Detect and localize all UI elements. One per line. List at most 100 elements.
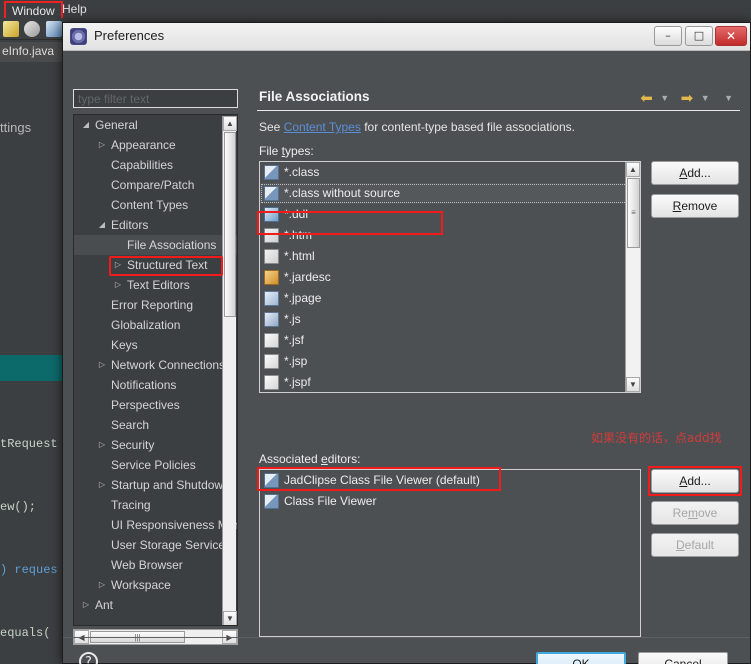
file-type-row[interactable]: *.jspf xyxy=(260,372,640,392)
tree-item-ant[interactable]: ▷ Ant xyxy=(74,595,237,615)
back-arrow-icon[interactable]: ⬅ xyxy=(640,89,653,107)
project-tree-label: ttings xyxy=(0,120,32,135)
tree-item-security[interactable]: ▷ Security xyxy=(74,435,237,455)
tree-item-label: Appearance xyxy=(111,138,176,152)
back-history-chevron-icon[interactable]: ▼ xyxy=(660,93,669,103)
filter-input[interactable]: type filter text xyxy=(73,89,238,108)
chevron-right-icon[interactable]: ▷ xyxy=(96,575,108,595)
tree-scroll-thumb[interactable] xyxy=(224,132,236,317)
tree-item-compare-patch[interactable]: Compare/Patch xyxy=(74,175,237,195)
tree-item-label: User Storage Service xyxy=(111,538,226,552)
chevron-right-icon[interactable]: ▷ xyxy=(112,275,124,295)
file-type-label: *.class xyxy=(284,165,320,179)
tree-item-startup-and-shutdown[interactable]: ▷ Startup and Shutdown xyxy=(74,475,237,495)
tree-item-label: Tracing xyxy=(111,498,151,512)
preferences-tree[interactable]: ◢ General ▷ Appearance Capabilities Compare/P… xyxy=(73,114,238,626)
minimize-button[interactable]: – xyxy=(654,26,682,46)
tree-item-content-types[interactable]: Content Types xyxy=(74,195,237,215)
tree-item-label: Web Browser xyxy=(111,558,183,572)
scroll-down-arrow-icon[interactable]: ▼ xyxy=(626,377,640,392)
tree-item-web-browser[interactable]: Web Browser xyxy=(74,555,237,575)
tree-item-service-policies[interactable]: Service Policies xyxy=(74,455,237,475)
file-type-label: *.html xyxy=(284,249,315,263)
file-type-row[interactable]: *.jardesc xyxy=(260,267,640,288)
tree-item-label: Perspectives xyxy=(111,398,180,412)
tree-item-appearance[interactable]: ▷ Appearance xyxy=(74,135,237,155)
chevron-down-icon[interactable]: ◢ xyxy=(96,215,108,235)
tree-item-editors[interactable]: ◢ Editors xyxy=(74,215,237,235)
ok-button[interactable]: OK xyxy=(536,652,626,664)
close-button[interactable]: ✕ xyxy=(715,26,747,46)
associated-editors-list[interactable]: JadClipse Class File Viewer (default) Cla… xyxy=(259,469,641,637)
maximize-button[interactable]: □ xyxy=(685,26,713,46)
tree-item-capabilities[interactable]: Capabilities xyxy=(74,155,237,175)
chevron-right-icon[interactable]: ▷ xyxy=(112,255,124,275)
tree-item-label: Error Reporting xyxy=(111,298,194,312)
add-file-type-button[interactable]: Add... xyxy=(651,161,739,185)
tree-item-perspectives[interactable]: Perspectives xyxy=(74,395,237,415)
file-type-row[interactable]: *.html xyxy=(260,246,640,267)
remove-file-type-button[interactable]: Remove xyxy=(651,194,739,218)
associated-editor-row[interactable]: JadClipse Class File Viewer (default) xyxy=(260,470,640,491)
tree-item-notifications[interactable]: Notifications xyxy=(74,375,237,395)
scroll-up-arrow-icon[interactable]: ▲ xyxy=(626,162,640,177)
tree-item-search[interactable]: Search xyxy=(74,415,237,435)
tree-item-keys[interactable]: Keys xyxy=(74,335,237,355)
doc-file-icon xyxy=(264,375,279,390)
file-types-vertical-scrollbar[interactable]: ▲ ≡ ▼ xyxy=(625,162,640,392)
file-type-label: *.ddl xyxy=(284,207,309,221)
scroll-up-arrow-icon[interactable]: ▲ xyxy=(223,116,237,131)
chevron-right-icon[interactable]: ▷ xyxy=(96,135,108,155)
tree-item-error-reporting[interactable]: Error Reporting xyxy=(74,295,237,315)
remove-editor-button: Remove xyxy=(651,501,739,525)
tree-item-label: Service Policies xyxy=(111,458,196,472)
file-type-row[interactable]: *.ddl xyxy=(260,204,640,225)
file-type-row[interactable]: *.class without source xyxy=(260,183,640,204)
tree-item-general[interactable]: ◢ General xyxy=(74,115,237,135)
dialog-title-bar[interactable]: Preferences – □ ✕ xyxy=(63,23,750,51)
file-type-row[interactable]: *.htm xyxy=(260,225,640,246)
view-menu-chevron-icon[interactable]: ▼ xyxy=(724,93,733,103)
tree-vertical-scrollbar[interactable]: ▲ ▼ xyxy=(222,116,237,625)
chevron-right-icon[interactable]: ▷ xyxy=(96,355,108,375)
tree-item-file-associations[interactable]: File Associations xyxy=(74,235,237,255)
tree-item-structured-text[interactable]: ▷ Structured Text xyxy=(74,255,237,275)
tree-item-user-storage-service[interactable]: User Storage Service xyxy=(74,535,237,555)
tree-item-workspace[interactable]: ▷ Workspace xyxy=(74,575,237,595)
scroll-down-arrow-icon[interactable]: ▼ xyxy=(223,611,237,625)
tree-item-ui-responsiveness-monitoring[interactable]: UI Responsiveness Monitoring xyxy=(74,515,237,535)
tree-item-text-editors[interactable]: ▷ Text Editors xyxy=(74,275,237,295)
file-type-row[interactable]: *.jsf xyxy=(260,330,640,351)
page-title: File Associations xyxy=(259,89,370,104)
tree-item-network-connections[interactable]: ▷ Network Connections xyxy=(74,355,237,375)
chevron-down-icon[interactable]: ◢ xyxy=(80,115,92,135)
file-type-row[interactable]: *.jpage xyxy=(260,288,640,309)
add-editor-button[interactable]: Add... xyxy=(651,469,739,493)
help-icon[interactable]: ? xyxy=(79,652,98,664)
forward-history-chevron-icon[interactable]: ▼ xyxy=(701,93,710,103)
chevron-right-icon[interactable]: ▷ xyxy=(96,475,108,495)
debug-icon[interactable] xyxy=(24,21,40,37)
menu-item-help[interactable]: Help xyxy=(62,2,87,16)
tree-item-tracing[interactable]: Tracing xyxy=(74,495,237,515)
js-file-icon xyxy=(264,312,279,327)
file-type-row[interactable]: *.js xyxy=(260,309,640,330)
file-types-scroll-thumb[interactable]: ≡ xyxy=(627,178,640,248)
pane-divider[interactable] xyxy=(246,85,250,647)
file-types-list[interactable]: *.class *.class without source *.ddl *.htm *… xyxy=(259,161,641,393)
chevron-right-icon[interactable]: ▷ xyxy=(96,435,108,455)
code-line: ew(); xyxy=(0,500,37,514)
new-wizard-icon[interactable] xyxy=(46,21,62,37)
forward-arrow-icon[interactable]: ➡ xyxy=(681,89,694,107)
tree-item-label: Text Editors xyxy=(127,278,190,292)
editor-selection-band xyxy=(0,355,62,381)
content-types-link[interactable]: Content Types xyxy=(284,120,361,134)
html-file-icon xyxy=(264,249,279,264)
file-type-row[interactable]: *.class xyxy=(260,162,640,183)
chevron-right-icon[interactable]: ▷ xyxy=(80,595,92,615)
tree-item-globalization[interactable]: Globalization xyxy=(74,315,237,335)
cancel-button[interactable]: Cancel xyxy=(638,652,728,664)
run-icon[interactable] xyxy=(3,21,19,37)
associated-editor-row[interactable]: Class File Viewer xyxy=(260,491,640,512)
file-type-row[interactable]: *.jsp xyxy=(260,351,640,372)
